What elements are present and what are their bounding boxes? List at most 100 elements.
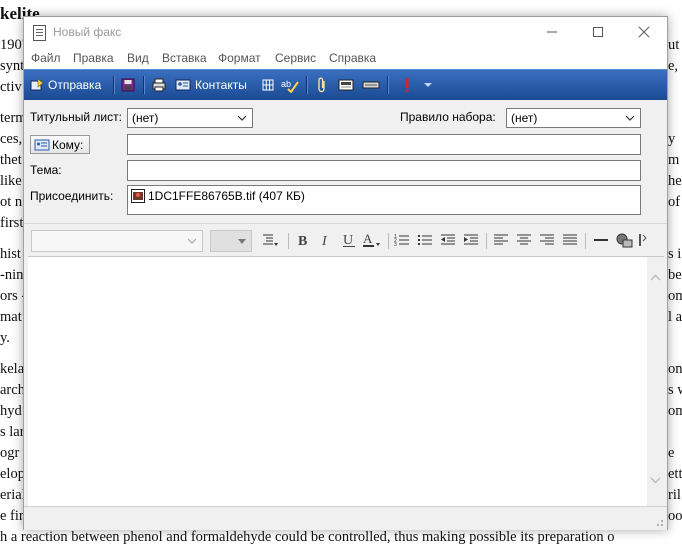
font-color-button[interactable]: A [361, 230, 383, 250]
resize-grip-icon[interactable] [653, 516, 665, 528]
subject-field[interactable] [127, 160, 641, 181]
bg-fragment: om [668, 403, 682, 419]
italic-icon: I [321, 234, 328, 247]
bg-line: thet [0, 152, 22, 168]
align-center-button[interactable] [514, 230, 534, 250]
format-separator [486, 233, 487, 249]
to-field[interactable] [127, 134, 641, 155]
priority-button[interactable] [402, 75, 412, 95]
picture-icon [338, 79, 354, 91]
menu-tools[interactable]: Сервис [275, 51, 316, 65]
chevron-down-icon [187, 238, 197, 244]
bg-line: e fir [0, 508, 24, 524]
align-right-button[interactable] [537, 230, 557, 250]
close-button[interactable] [621, 17, 667, 47]
tif-file-icon [131, 189, 145, 203]
title-bar[interactable]: Новый факс [24, 17, 667, 47]
align-left-icon [494, 234, 508, 245]
attach-button[interactable] [315, 75, 329, 95]
chevron-down-icon [625, 115, 635, 121]
decrease-indent-button[interactable] [438, 230, 458, 250]
font-name-select[interactable] [31, 230, 203, 252]
menu-edit[interactable]: Правка [73, 51, 114, 65]
table-button[interactable] [261, 75, 275, 95]
table-icon [262, 79, 274, 91]
bg-line: synt [0, 58, 25, 74]
toolbar-separator [306, 76, 308, 94]
print-button[interactable] [152, 75, 166, 95]
dialing-rule-select[interactable]: (нет) [506, 108, 641, 128]
justify-button[interactable] [560, 230, 580, 250]
align-right-icon [540, 234, 554, 245]
fax-app-icon [33, 25, 46, 41]
bg-fragment: ut [668, 37, 680, 53]
paperclip-icon [318, 77, 325, 93]
main-toolbar: Отправка Контакты ab [24, 69, 667, 101]
bg-line: ot n [0, 194, 23, 210]
bg-fragment: ril [668, 487, 681, 503]
svg-text:I: I [321, 234, 328, 247]
font-color-icon: A [363, 232, 380, 247]
insert-object-button[interactable] [614, 230, 634, 250]
attachment-item[interactable]: 1DC1FFE86765B.tif (407 КБ) [131, 189, 305, 203]
minimize-button[interactable] [529, 17, 575, 47]
svg-text:ab: ab [281, 79, 291, 89]
toolbar-overflow-button[interactable] [637, 230, 649, 250]
horizontal-line-button[interactable] [591, 230, 611, 250]
bg-fragment: l a [668, 309, 682, 325]
underline-button[interactable]: U [339, 230, 359, 250]
numbered-list-icon: 123 [394, 234, 409, 247]
dialing-rule-value: (нет) [511, 111, 538, 125]
bg-fragment: om [668, 288, 682, 304]
scanner-icon [362, 81, 380, 89]
bg-line: y. [0, 330, 10, 346]
cover-page-label: Титульный лист: [30, 110, 122, 124]
formatting-toolbar: B I U A 123 [24, 223, 667, 256]
save-button[interactable] [121, 75, 135, 95]
cover-page-value: (нет) [132, 111, 159, 125]
bullet-list-button[interactable] [415, 230, 435, 250]
message-body-editor[interactable] [28, 256, 664, 507]
cover-page-select[interactable]: (нет) [127, 108, 253, 128]
italic-button[interactable]: I [316, 230, 336, 250]
decrease-indent-icon [441, 234, 455, 245]
paragraph-style-button[interactable] [260, 230, 280, 250]
increase-indent-button[interactable] [461, 230, 481, 250]
menu-help[interactable]: Справка [329, 51, 376, 65]
menu-view[interactable]: Вид [127, 51, 149, 65]
align-left-button[interactable] [491, 230, 511, 250]
contacts-button[interactable]: Контакты [175, 75, 247, 95]
numbered-list-button[interactable]: 123 [392, 230, 412, 250]
menu-format[interactable]: Формат [218, 51, 261, 65]
send-icon [30, 78, 44, 91]
format-separator [288, 233, 289, 249]
to-button[interactable]: Кому: [30, 135, 90, 154]
font-size-select[interactable] [210, 230, 252, 252]
bg-fragment: s w [668, 382, 682, 398]
maximize-button[interactable] [575, 17, 621, 47]
chevron-down-icon [424, 83, 432, 87]
bg-fragment: of [668, 194, 681, 210]
insert-picture-button[interactable] [338, 75, 354, 95]
vertical-scrollbar[interactable] [647, 257, 664, 507]
toolbar-separator [113, 76, 115, 94]
contacts-label: Контакты [195, 78, 247, 92]
menu-file[interactable]: Файл [31, 51, 61, 65]
save-icon [121, 78, 135, 92]
priority-dropdown[interactable] [424, 75, 432, 95]
send-button[interactable]: Отправка [30, 75, 101, 95]
bold-button[interactable]: B [293, 230, 313, 250]
scroll-down-icon[interactable] [647, 473, 664, 487]
horizontal-line-icon [594, 239, 608, 241]
bg-line: hyd [0, 403, 22, 419]
bold-icon: B [298, 234, 307, 247]
chevron-down-icon [238, 239, 246, 244]
spellcheck-button[interactable]: ab [281, 75, 299, 95]
fax-header: Титульный лист: (нет) Правило набора: (н… [24, 100, 667, 228]
bg-fragment: s i [668, 246, 682, 262]
send-label: Отправка [48, 78, 102, 92]
scan-button[interactable] [362, 75, 380, 95]
scroll-up-icon[interactable] [647, 271, 664, 285]
bg-line: hist [0, 246, 21, 262]
menu-insert[interactable]: Вставка [162, 51, 207, 65]
